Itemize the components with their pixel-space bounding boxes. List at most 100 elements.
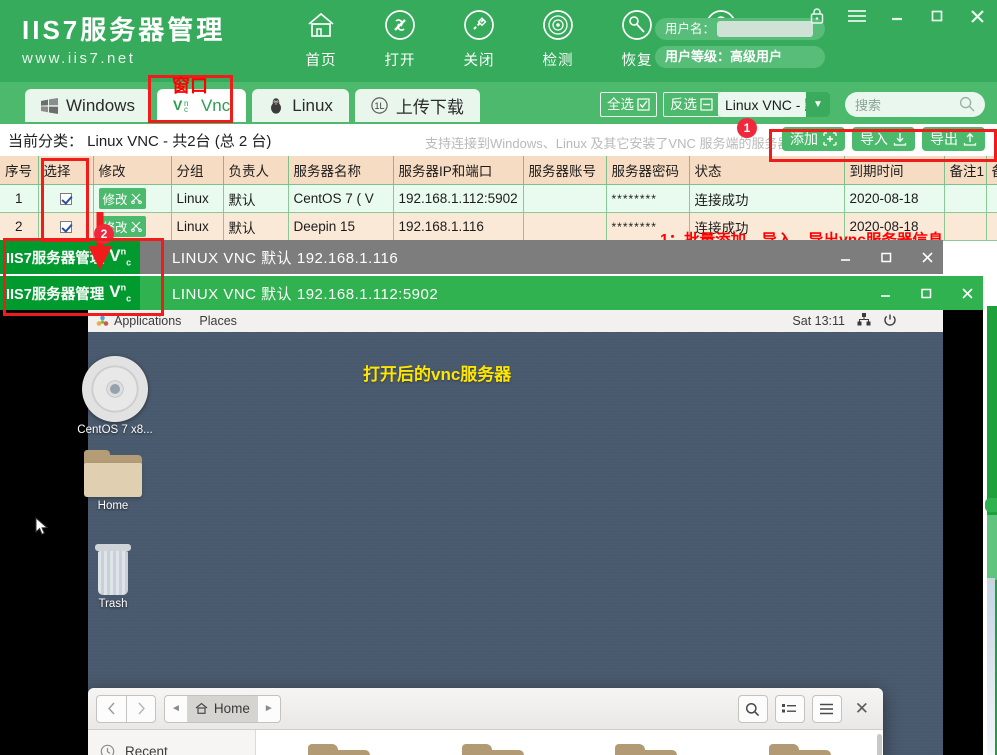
gnome-places-menu[interactable]: Places — [199, 314, 237, 328]
close-icon[interactable]: ✕ — [849, 699, 875, 719]
link-icon — [374, 8, 426, 48]
cell-group: Linux — [171, 184, 224, 213]
col-account: 服务器账号 — [523, 156, 607, 185]
col-modify: 修改 — [93, 156, 172, 185]
tab-upload-download[interactable]: 1L 上传下载 — [354, 89, 480, 122]
cell-owner: 默认 — [223, 184, 289, 213]
search-button[interactable] — [737, 695, 768, 723]
cell-index: 1 — [0, 184, 39, 213]
search-placeholder: 搜索 — [855, 98, 882, 113]
minimize-icon[interactable] — [877, 285, 893, 301]
col-group: 分组 — [171, 156, 224, 185]
nautilus-window[interactable]: ◄ Home ► ✕ Recent — [88, 688, 883, 755]
username-redacted — [717, 21, 813, 37]
folder-icon — [307, 744, 370, 755]
group-filter-dropdown[interactable]: Linux VNC - 默 ▼ — [718, 92, 830, 117]
col-password: 服务器密码 — [606, 156, 690, 185]
annotation-box-batch-actions — [769, 129, 997, 162]
minimize-icon[interactable] — [887, 6, 907, 26]
hamburger-icon — [820, 703, 834, 715]
maximize-icon[interactable] — [878, 249, 894, 265]
modify-button-label: 修改 — [102, 193, 128, 207]
cell-server-ip: 192.168.1.116 — [393, 212, 524, 241]
col-owner: 负责人 — [223, 156, 289, 185]
cell-expire: 2020-08-18 — [844, 184, 945, 213]
desktop-icon-cdrom[interactable]: CentOS 7 x8... — [76, 356, 154, 436]
cell-server-ip: 192.168.1.112:5902 — [393, 184, 524, 213]
chevron-down-icon[interactable]: ▼ — [806, 92, 830, 117]
scissors-icon — [130, 221, 142, 232]
app-titlebar: IIS7服务器管理 www.iis7.net 首页 打开 关闭 检测 恢复 用户… — [0, 0, 997, 82]
maximize-icon[interactable] — [918, 285, 934, 301]
desktop-icon-trash[interactable]: Trash — [74, 544, 152, 610]
file-grid: 1010 478657486987 D Desktop \123 — [256, 730, 883, 755]
close-icon[interactable] — [967, 6, 987, 26]
nav-detect[interactable]: 检测 — [532, 8, 584, 70]
file-item[interactable]: D Desktop — [570, 744, 724, 755]
desktop-icon-home-label: Home — [97, 500, 129, 512]
gnome-top-bar: Applications Places Sat 13:11 — [88, 310, 943, 332]
sidebar-item-recent[interactable]: Recent — [88, 734, 255, 755]
select-all-button[interactable]: 全选 — [600, 92, 657, 117]
remote-desktop-viewport[interactable]: Applications Places Sat 13:11 CentOS 7 x… — [0, 310, 983, 755]
nautilus-file-area[interactable]: 1010 478657486987 D Desktop \123 — [256, 730, 883, 755]
power-icon[interactable] — [883, 313, 897, 330]
tab-upload-download-label: 上传下载 — [395, 98, 464, 117]
path-bar: ◄ Home ► — [164, 694, 281, 723]
col-server-name: 服务器名称 — [288, 156, 394, 185]
user-info: 用户名： 用户等级：高级用户 — [655, 18, 825, 74]
minimize-icon[interactable] — [837, 249, 853, 265]
cell-account — [523, 184, 607, 213]
gnome-applications-menu[interactable]: Applications — [96, 314, 181, 328]
close-icon[interactable] — [919, 249, 935, 265]
file-item[interactable]: 478657486987 — [416, 744, 570, 755]
close-icon[interactable] — [959, 285, 975, 301]
view-toggle-button[interactable] — [774, 695, 805, 723]
desktop-icon-home[interactable]: Home — [74, 450, 152, 512]
invert-select-button[interactable]: 反选 — [663, 92, 720, 117]
nav-home[interactable]: 首页 — [295, 8, 347, 70]
hamburger-icon[interactable] — [847, 6, 867, 26]
path-segment-home[interactable]: Home — [186, 695, 258, 722]
modify-button[interactable]: 修改 — [98, 188, 146, 209]
server-table: 序号 选择 修改 分组 负责人 服务器名称 服务器IP和端口 服务器账号 服务器… — [0, 156, 997, 241]
annotation-badge-1: 1 — [737, 118, 757, 138]
nautilus-sidebar: Recent Home Trash CentOS 7 x8... — [88, 730, 256, 755]
file-item[interactable]: \123 — [723, 744, 877, 755]
nav-close[interactable]: 关闭 — [453, 8, 505, 70]
vnc-front-controls — [877, 276, 975, 310]
search-icon — [959, 96, 975, 115]
annotation-window-label: 窗口 — [172, 76, 208, 96]
applications-icon — [96, 315, 109, 326]
cell-note1 — [944, 184, 987, 213]
check-square-icon — [637, 98, 650, 111]
folder-icon — [461, 744, 524, 755]
tab-linux[interactable]: Linux — [252, 89, 349, 122]
right-edge-panel[interactable] — [987, 515, 997, 580]
home-icon — [195, 702, 208, 714]
tab-windows[interactable]: Windows — [25, 89, 151, 122]
scissors-icon — [130, 193, 142, 204]
cell-owner: 默认 — [223, 212, 289, 241]
file-area-scrollbar[interactable] — [877, 734, 882, 755]
table-row[interactable]: 1 修改 Linux 默认 CentOS 7 ( V 192.168.1.112… — [0, 184, 997, 213]
back-button[interactable] — [96, 694, 126, 723]
invert-select-label: 反选 — [670, 97, 697, 112]
forward-button[interactable] — [126, 694, 156, 723]
user-level-pill: 用户等级：高级用户 — [655, 46, 825, 68]
desktop-icon-cdrom-label: CentOS 7 x8... — [77, 424, 153, 436]
network-icon[interactable] — [857, 313, 871, 329]
cell-index: 2 — [0, 212, 39, 241]
cell-note2 — [986, 184, 997, 213]
maximize-icon[interactable] — [927, 6, 947, 26]
menu-button[interactable] — [811, 695, 842, 723]
path-scroll-right[interactable]: ► — [258, 703, 280, 714]
file-item[interactable]: 1010 — [262, 744, 416, 755]
cell-modify[interactable]: 修改 — [93, 184, 172, 213]
lock-icon[interactable] — [807, 6, 827, 26]
search-input[interactable]: 搜索 — [845, 92, 985, 117]
list-view-icon — [782, 703, 797, 712]
path-scroll-left[interactable]: ◄ — [165, 703, 187, 714]
nav-open[interactable]: 打开 — [374, 8, 426, 70]
right-edge-handle[interactable] — [985, 498, 997, 512]
